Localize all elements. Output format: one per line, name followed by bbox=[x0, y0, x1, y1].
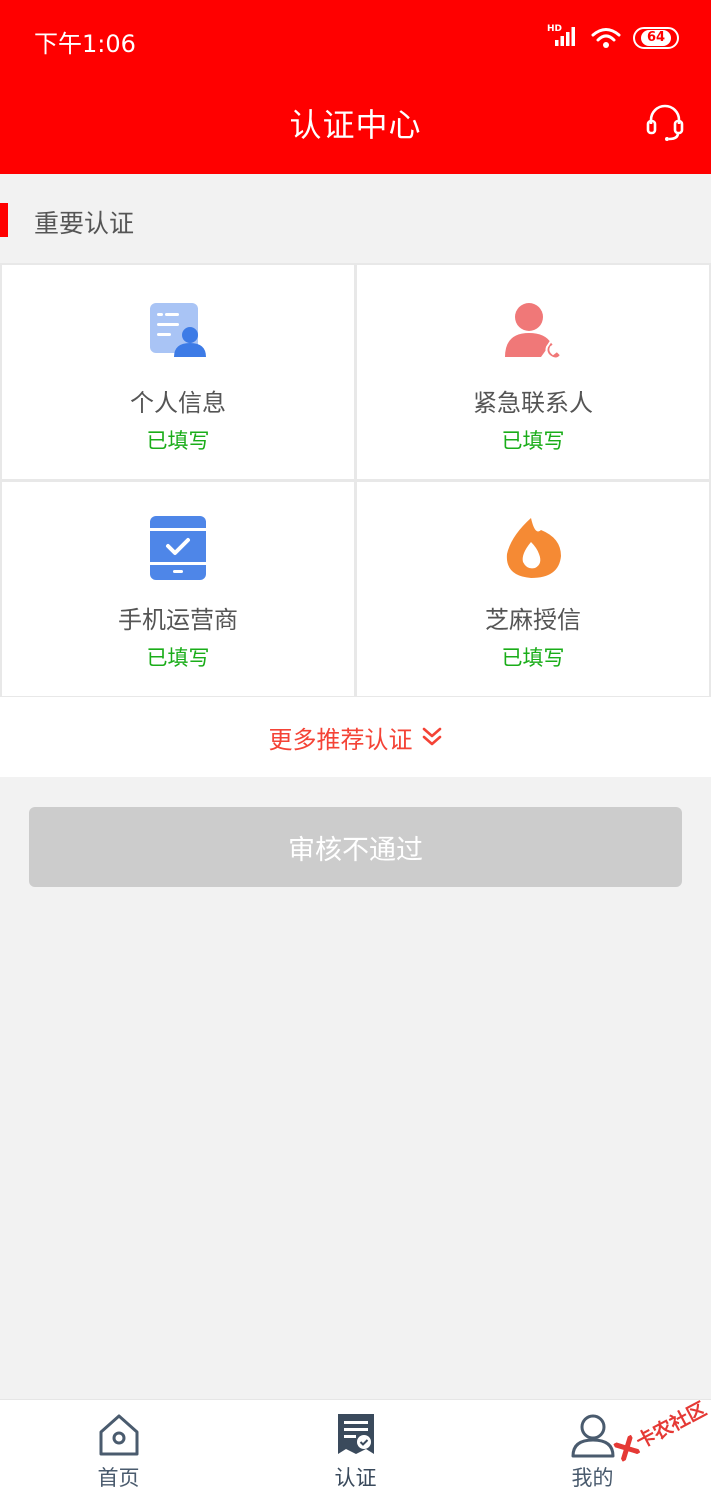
card-mobile-carrier[interactable]: 手机运营商 已填写 bbox=[2, 482, 354, 696]
status-time: 下午1:06 bbox=[34, 30, 136, 58]
card-name: 芝麻授信 bbox=[485, 606, 581, 634]
tab-label: 认证 bbox=[334, 1466, 377, 1490]
tab-label: 我的 bbox=[571, 1466, 614, 1490]
card-status: 已填写 bbox=[146, 429, 210, 453]
card-name: 个人信息 bbox=[130, 389, 226, 417]
tab-home[interactable]: 首页 bbox=[0, 1400, 237, 1500]
card-personal-info[interactable]: 个人信息 已填写 bbox=[2, 265, 354, 479]
card-status: 已填写 bbox=[501, 429, 565, 453]
tab-certification[interactable]: 认证 bbox=[237, 1400, 474, 1500]
user-icon bbox=[571, 1414, 614, 1458]
header-bar: 下午1:06 HD 64 认证中心 bbox=[0, 0, 711, 174]
tab-mine[interactable]: 我的 bbox=[474, 1400, 711, 1500]
home-icon bbox=[99, 1414, 138, 1456]
bottom-tab-bar: 首页 认证 我的 bbox=[0, 1399, 711, 1500]
more-recommended-link[interactable]: 更多推荐认证 bbox=[0, 697, 711, 777]
id-card-person-icon bbox=[150, 303, 206, 357]
section-accent-bar bbox=[0, 203, 8, 237]
certificate-icon bbox=[337, 1414, 374, 1454]
card-sesame-credit[interactable]: 芝麻授信 已填写 bbox=[357, 482, 709, 696]
phone-check-icon bbox=[150, 516, 206, 580]
sesame-drop-icon bbox=[506, 518, 561, 578]
review-status-button[interactable]: 审核不通过 bbox=[29, 807, 682, 887]
card-status: 已填写 bbox=[501, 646, 565, 670]
card-name: 紧急联系人 bbox=[473, 389, 593, 417]
battery-level: 64 bbox=[640, 30, 672, 46]
contact-phone-icon bbox=[505, 303, 563, 360]
status-icons: HD 64 bbox=[547, 22, 679, 54]
card-status: 已填写 bbox=[146, 646, 210, 670]
section-title: 重要认证 bbox=[34, 209, 135, 238]
certification-grid: 个人信息 已填写 紧急联系人 已填写 手机运营商 已填写 芝麻授信 已填写 bbox=[0, 263, 711, 697]
more-label: 更多推荐认证 bbox=[268, 725, 413, 754]
card-name: 手机运营商 bbox=[118, 606, 238, 634]
page-title: 认证中心 bbox=[289, 106, 422, 144]
wifi-icon bbox=[591, 28, 621, 48]
section-header: 重要认证 bbox=[0, 174, 711, 264]
card-emergency-contact[interactable]: 紧急联系人 已填写 bbox=[357, 265, 709, 479]
battery-icon: 64 bbox=[633, 27, 679, 49]
tab-label: 首页 bbox=[97, 1466, 140, 1490]
double-chevron-down-icon bbox=[422, 727, 441, 746]
signal-icon: HD bbox=[547, 24, 579, 52]
headset-icon[interactable] bbox=[645, 102, 685, 142]
